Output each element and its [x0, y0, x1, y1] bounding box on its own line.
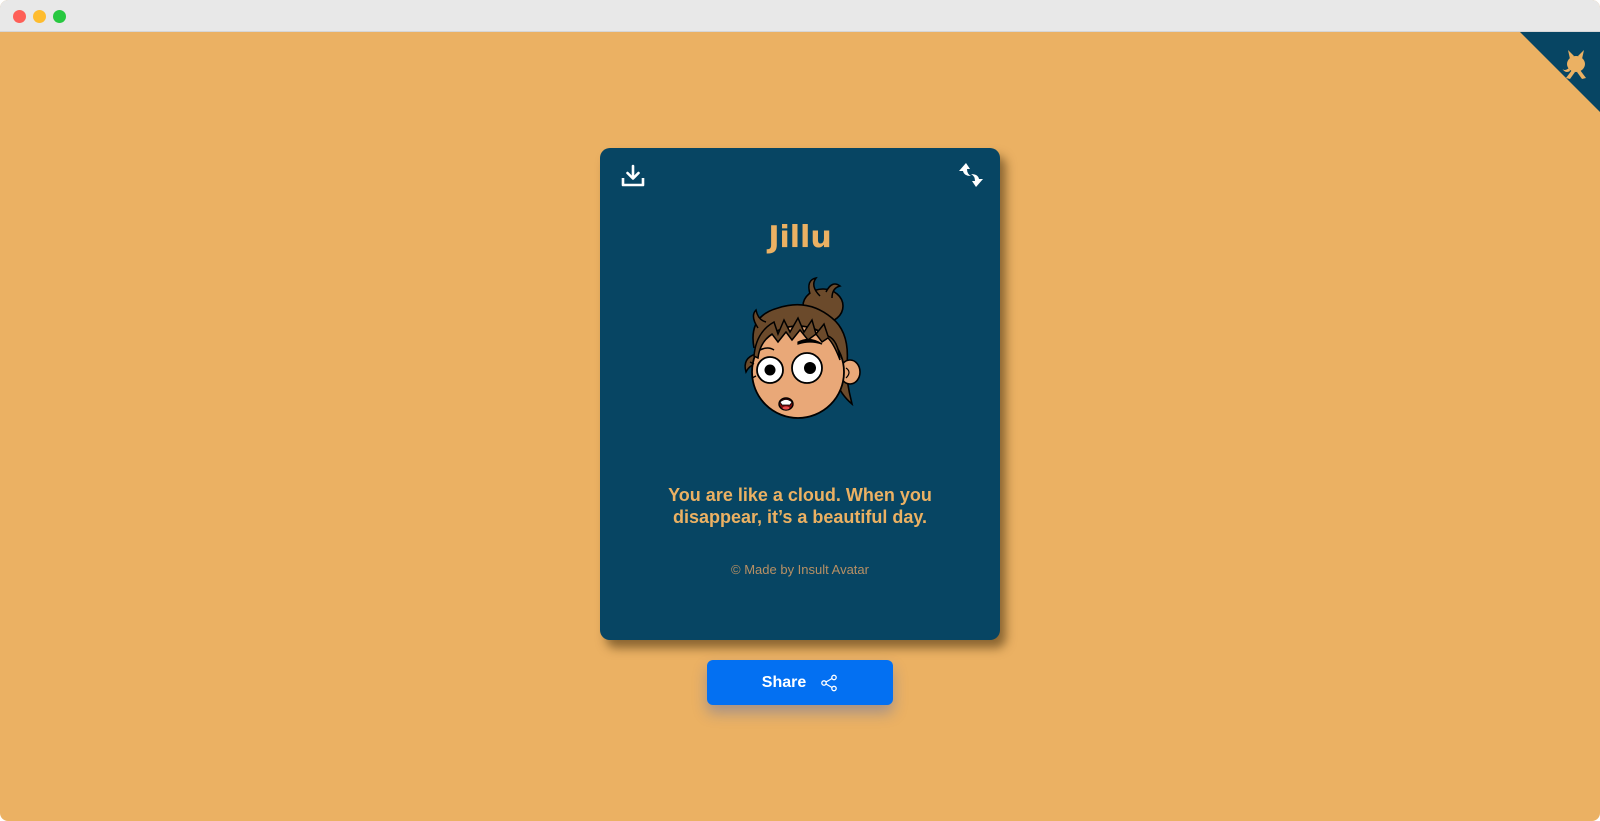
share-label: Share: [761, 673, 807, 691]
insult-quote: You are like a cloud. When you disappear…: [668, 485, 932, 527]
download-icon: [621, 164, 645, 187]
regenerate-button[interactable]: [956, 160, 986, 190]
avatar-illustration: [744, 276, 861, 419]
credit-text: © Made by Insult Avatar: [731, 562, 869, 577]
insult-card: Jillu You are like a cloud. When you dis…: [600, 148, 1000, 640]
refresh-icon: [959, 163, 983, 187]
minimize-window-button[interactable]: [33, 10, 46, 23]
avatar-name: Jillu: [768, 220, 832, 255]
share-icon: [821, 674, 838, 691]
title-bar: [0, 0, 1600, 32]
browser-window: Jillu You are like a cloud. When you dis…: [0, 0, 1600, 821]
share-button[interactable]: Share: [707, 660, 893, 705]
close-window-button[interactable]: [13, 10, 26, 23]
github-octocat-icon: [1520, 32, 1600, 112]
github-corner-link[interactable]: [1520, 32, 1600, 112]
maximize-window-button[interactable]: [53, 10, 66, 23]
download-button[interactable]: [618, 162, 648, 192]
